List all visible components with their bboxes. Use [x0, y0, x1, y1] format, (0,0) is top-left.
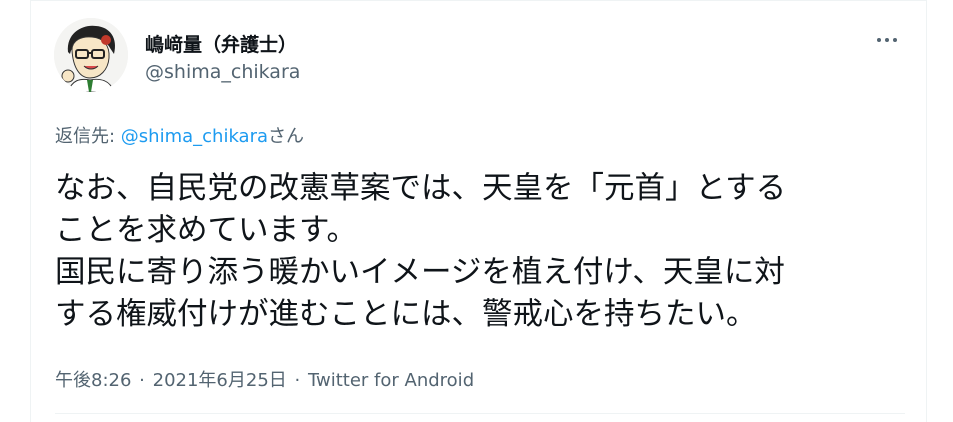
dot: [885, 38, 889, 42]
dot: [893, 38, 897, 42]
tweet-meta: 午後8:26 · 2021年6月25日 · Twitter for Androi…: [55, 366, 474, 392]
tweet-text-line: する権威付けが進むことには、警戒心を持ちたい。: [55, 297, 757, 332]
tweet-text-line: なお、自民党の改憲草案では、天皇を「元首」とする: [55, 171, 787, 206]
author-display-name[interactable]: 嶋﨑量（弁護士）: [145, 30, 297, 57]
reply-prefix: 返信先:: [55, 126, 121, 147]
tweet-date[interactable]: 2021年6月25日: [153, 370, 287, 391]
tweet-text: なお、自民党の改憲草案では、天皇を「元首」とする ことを求めています。 国民に寄…: [55, 168, 895, 336]
avatar[interactable]: [54, 18, 128, 92]
meta-separator: ·: [294, 370, 301, 391]
reply-suffix: さん: [268, 126, 305, 147]
meta-separator: ·: [139, 370, 145, 391]
divider: [55, 413, 905, 414]
tweet-text-line: 国民に寄り添う暖かいイメージを植え付け、天皇に対: [55, 255, 785, 290]
reply-context: 返信先: @shima_chikaraさん: [55, 122, 304, 148]
tweet-source: Twitter for Android: [308, 370, 475, 391]
reply-mention-link[interactable]: @shima_chikara: [121, 126, 268, 147]
more-horizontal-icon[interactable]: [872, 28, 902, 52]
author-handle[interactable]: @shima_chikara: [145, 61, 300, 83]
dot: [877, 38, 881, 42]
tweet-text-line: ことを求めています。: [55, 213, 357, 248]
tweet-time[interactable]: 午後8:26: [55, 370, 131, 391]
